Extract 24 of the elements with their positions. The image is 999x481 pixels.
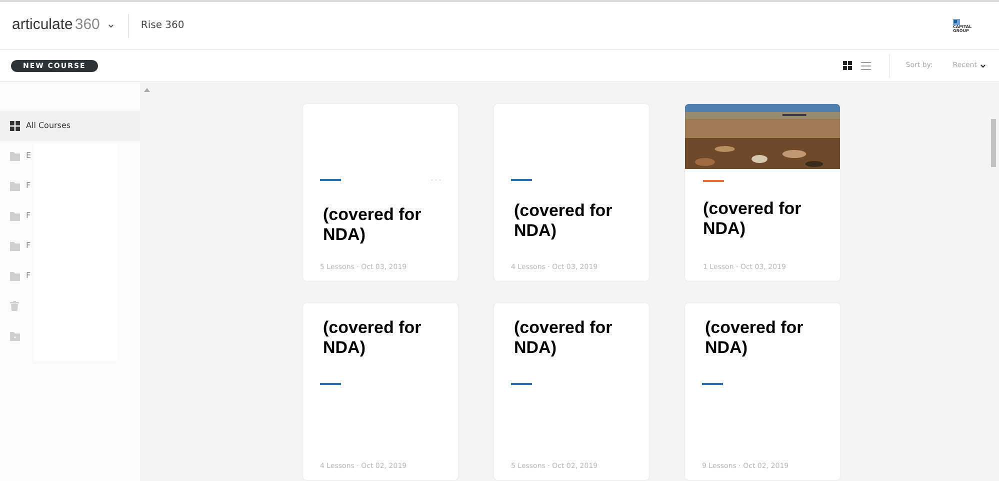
- chevron-down-icon: [980, 64, 986, 68]
- course-title: (covered for NDA): [323, 205, 422, 245]
- add-folder-icon: [10, 332, 20, 340]
- trash-icon: [10, 301, 19, 311]
- logo-icon: [953, 18, 960, 24]
- scroll-up-icon[interactable]: [144, 88, 150, 92]
- sidebar-item[interactable]: All Courses: [0, 111, 140, 141]
- product-name[interactable]: Rise 360: [140, 18, 184, 33]
- folder-icon: [10, 272, 20, 280]
- course-title: (covered for NDA): [323, 318, 422, 358]
- folder-icon: [10, 242, 20, 250]
- brand-logo[interactable]: articulate360: [12, 14, 100, 37]
- course-title: (covered for NDA): [703, 199, 802, 239]
- scrollbar-thumb[interactable]: [991, 119, 996, 167]
- folder-icon: [10, 212, 20, 220]
- grid-view-icon[interactable]: [842, 61, 852, 70]
- list-view-icon[interactable]: [860, 62, 871, 70]
- course-title: (covered for NDA): [514, 201, 614, 241]
- caret-icon[interactable]: [108, 24, 114, 28]
- folder-icon: [10, 182, 20, 190]
- course-title: (covered for NDA): [705, 318, 804, 358]
- grid-icon: [10, 121, 20, 131]
- course-title: (covered for NDA): [514, 318, 614, 358]
- folder-icon: [10, 152, 20, 160]
